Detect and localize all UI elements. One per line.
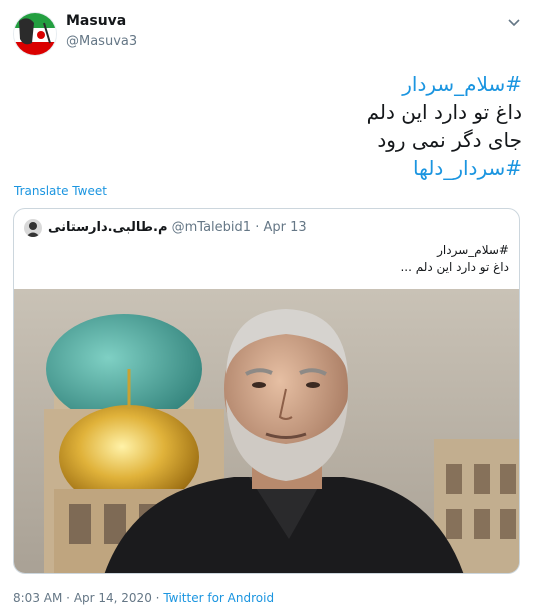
quoted-text: #سلام_سردار داغ تو دارد این دلم ...	[400, 242, 509, 276]
user-avatar-icon	[24, 219, 42, 237]
hashtag-link[interactable]: #سلام_سردار	[42, 70, 522, 98]
iran-flag-avatar-icon	[14, 13, 56, 55]
author-handle[interactable]: @Masuva3	[66, 34, 137, 49]
quoted-author-name[interactable]: م.طالبی.دارستانی	[48, 220, 168, 235]
quoted-tweet[interactable]: م.طالبی.دارستانی @mTalebid1 · Apr 13 #سل…	[13, 208, 520, 574]
separator-dot: ·	[255, 220, 260, 235]
quoted-text-line: داغ تو دارد این دلم ...	[400, 260, 509, 274]
separator-dot: ·	[155, 591, 160, 605]
tweet-source-link[interactable]: Twitter for Android	[163, 591, 274, 605]
author-name[interactable]: Masuva	[66, 13, 126, 29]
quoted-text-line: #سلام_سردار	[437, 243, 509, 257]
tweet-text-line: جای دگر نمی رود	[377, 128, 522, 152]
quoted-author-avatar[interactable]	[24, 219, 42, 237]
tweet-date[interactable]: Apr 14, 2020	[74, 591, 152, 605]
tweet-text-line: داغ تو دارد این دلم	[366, 100, 522, 124]
tweet-footer: 8:03 AM · Apr 14, 2020 · Twitter for And…	[13, 591, 274, 605]
author-avatar[interactable]	[13, 12, 57, 56]
hashtag-link[interactable]: #سردار_دلها	[42, 154, 522, 182]
tweet-time[interactable]: 8:03 AM	[13, 591, 62, 605]
quoted-header: م.طالبی.دارستانی @mTalebid1 · Apr 13	[48, 220, 307, 235]
translate-tweet-link[interactable]: Translate Tweet	[14, 184, 107, 198]
quoted-date[interactable]: Apr 13	[263, 220, 306, 235]
separator-dot: ·	[66, 591, 70, 605]
chevron-down-icon[interactable]	[506, 14, 522, 30]
portrait-shrine-photo[interactable]	[14, 289, 520, 574]
quoted-author-handle[interactable]: @mTalebid1	[172, 220, 251, 235]
tweet-card: Masuva @Masuva3 #سلام_سردار داغ تو دارد …	[0, 0, 539, 610]
tweet-text: #سلام_سردار داغ تو دارد این دلم جای دگر …	[42, 70, 522, 182]
